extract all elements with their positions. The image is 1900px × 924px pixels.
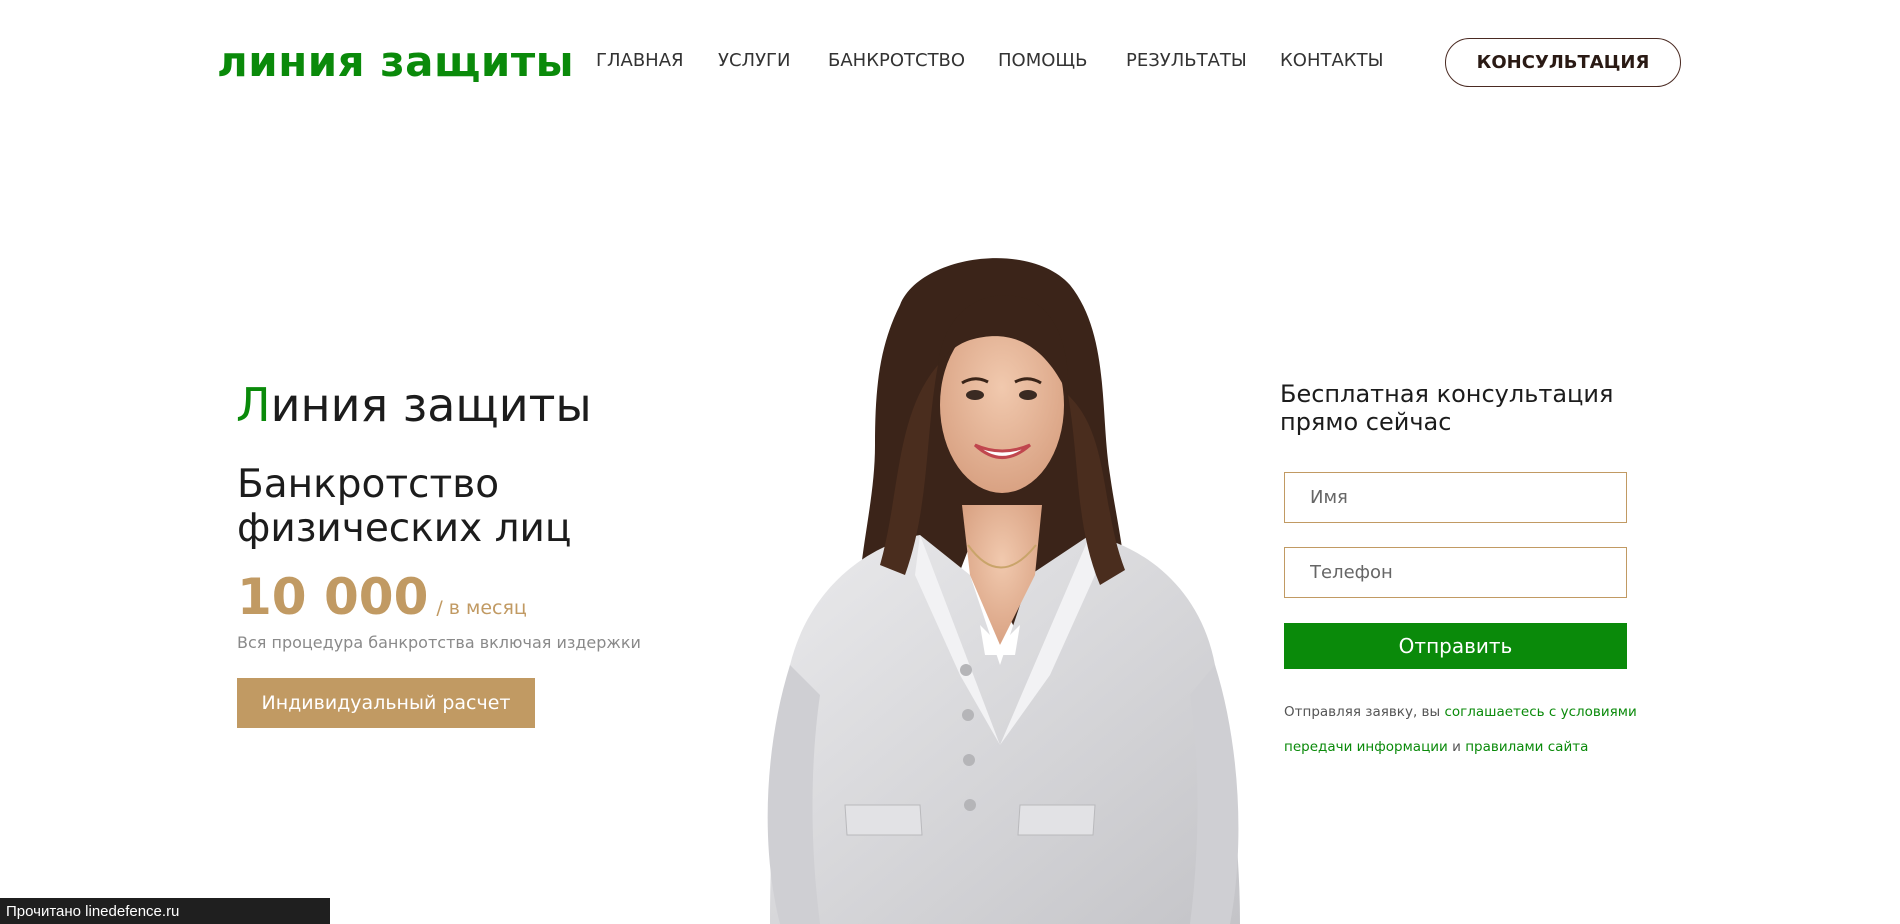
nav-item-contacts[interactable]: КОНТАКТЫ	[1280, 50, 1383, 71]
nav-item-home[interactable]: ГЛАВНАЯ	[596, 50, 684, 71]
hero-title-first-letter: Л	[236, 378, 271, 432]
price-value: 10 000	[237, 568, 429, 626]
name-input[interactable]	[1284, 472, 1627, 523]
submit-button[interactable]: Отправить	[1284, 623, 1627, 669]
legal-prefix: Отправляя заявку, вы	[1284, 704, 1441, 720]
price-unit: / в месяц	[436, 597, 527, 619]
nav-item-results[interactable]: РЕЗУЛЬТАТЫ	[1126, 50, 1247, 71]
browser-status-bar: Прочитано linedefence.ru	[0, 898, 330, 924]
legal-and: и	[1452, 739, 1461, 755]
hero-title: Линия защиты	[236, 377, 592, 433]
consultation-button[interactable]: КОНСУЛЬТАЦИЯ	[1445, 38, 1681, 87]
price: 10 000 / в месяц	[237, 568, 527, 626]
nav-item-help[interactable]: ПОМОЩЬ	[998, 50, 1087, 71]
legal-text: Отправляя заявку, вы соглашаетесь с усло…	[1284, 695, 1644, 765]
site-logo[interactable]: линия защиты	[217, 36, 574, 88]
site-rules-link[interactable]: правилами сайта	[1465, 739, 1588, 755]
page: линия защиты ГЛАВНАЯ УСЛУГИ БАНКРОТСТВО …	[0, 0, 1900, 924]
hero-subtitle: Банкротство физических лиц	[237, 462, 572, 551]
nav-item-services[interactable]: УСЛУГИ	[718, 50, 790, 71]
phone-input[interactable]	[1284, 547, 1627, 598]
woman-photo	[767, 258, 1240, 924]
hero-title-rest: иния защиты	[270, 378, 592, 432]
nav-item-bankruptcy[interactable]: БАНКРОТСТВО	[828, 50, 965, 71]
price-note: Вся процедура банкротства включая издерж…	[237, 633, 641, 652]
form-title: Бесплатная консультация прямо сейчас	[1280, 380, 1614, 436]
individual-calc-button[interactable]: Индивидуальный расчет	[237, 678, 535, 728]
